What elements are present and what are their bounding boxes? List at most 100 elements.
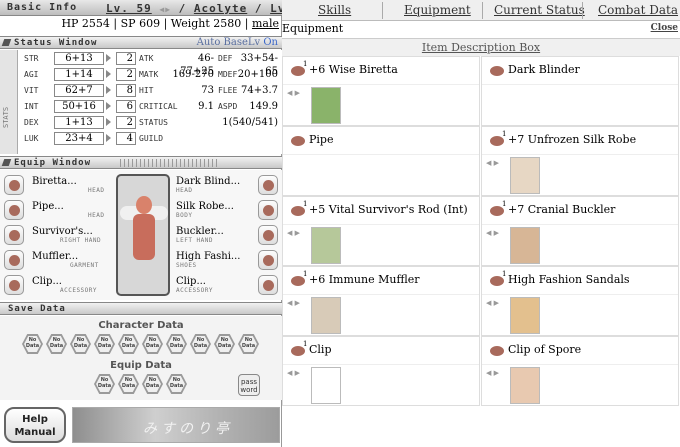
equipment-item-cell[interactable]: 1 Clip ◀ ▶: [282, 336, 480, 406]
equipment-item-cell[interactable]: 1 High Fashion Sandals ◀ ▶: [481, 266, 679, 336]
equipment-item-cell[interactable]: Clip of Spore ◀ ▶: [481, 336, 679, 406]
equipment-item-cell[interactable]: Dark Blinder: [481, 56, 679, 126]
equip-slot-label: ACCESSORY: [176, 287, 214, 294]
card-nav-arrows-icon[interactable]: ◀ ▶: [486, 369, 499, 377]
equipment-item-cell[interactable]: Pipe: [282, 126, 480, 196]
base-level-arrows-icon[interactable]: ◀▶: [159, 5, 171, 14]
stat-increase-icon[interactable]: [106, 54, 111, 62]
stats-side-tab: STATS: [0, 50, 18, 154]
equip-slot-body[interactable]: Silk Robe... BODY: [172, 199, 282, 221]
equip-slot-shoes[interactable]: High Fashi... SHOES: [172, 249, 282, 271]
card-slot-image[interactable]: [311, 87, 341, 124]
stat-increase-icon[interactable]: [106, 134, 111, 142]
help-manual-button[interactable]: Help Manual: [4, 407, 66, 443]
card-slot-image[interactable]: [510, 227, 540, 264]
close-link[interactable]: Close: [651, 23, 678, 33]
character-save-slot-8[interactable]: No Data: [190, 334, 211, 354]
sub-stat-name: MATK: [139, 70, 159, 79]
equip-slot-accessory-left[interactable]: Clip... ACCESSORY: [0, 274, 110, 296]
character-save-slot-5[interactable]: No Data: [118, 334, 139, 354]
card-nav-arrows-icon[interactable]: ◀ ▶: [486, 299, 499, 307]
equipment-item-cell[interactable]: 1 +6 Immune Muffler ◀ ▶: [282, 266, 480, 336]
stat-row-luk: LUK 23+4 4 GUILD: [20, 132, 280, 146]
item-icon: 1: [289, 340, 307, 359]
equipment-item-cell[interactable]: 1 +7 Unfrozen Silk Robe ◀ ▶: [481, 126, 679, 196]
basic-info-title: Basic Info: [7, 2, 78, 13]
base-level[interactable]: Lv. 59: [106, 2, 152, 15]
equipment-item-header: 1 +6 Wise Biretta: [283, 57, 479, 85]
stat-name: LUK: [24, 134, 39, 143]
item-icon: 1: [488, 270, 506, 289]
equip-save-slot-1[interactable]: No Data: [94, 374, 115, 394]
equip-slot-head-top[interactable]: Biretta... HEAD: [0, 174, 110, 196]
collapse-icon[interactable]: [1, 39, 12, 46]
stat-increase-icon[interactable]: [106, 118, 111, 126]
card-nav-arrows-icon[interactable]: ◀ ▶: [486, 229, 499, 237]
equipment-item-cell[interactable]: 1 +6 Wise Biretta ◀ ▶: [282, 56, 480, 126]
equip-slot-garment[interactable]: Muffler... GARMENT: [0, 249, 110, 271]
character-save-slot-2[interactable]: No Data: [46, 334, 67, 354]
character-save-slot-7[interactable]: No Data: [166, 334, 187, 354]
equip-slot-left-hand[interactable]: Buckler... LEFT HAND: [172, 224, 282, 246]
character-save-slot-10[interactable]: No Data: [238, 334, 259, 354]
site-banner[interactable]: みすのり亭: [72, 407, 280, 443]
equip-slot-head-lower[interactable]: Pipe... HEAD: [0, 199, 110, 221]
equipment-item-cell[interactable]: 1 +5 Vital Survivor's Rod (Int) ◀ ▶: [282, 196, 480, 266]
equipment-item-name: High Fashion Sandals: [508, 273, 630, 286]
stat-name: DEX: [24, 118, 39, 127]
tab-equipment[interactable]: Equipment: [404, 3, 471, 17]
stat-increase-icon[interactable]: [106, 70, 111, 78]
stat-row-int: INT 50+16 6 CRITICAL 9.1 ASPD 149.9: [20, 100, 280, 114]
character-save-slot-6[interactable]: No Data: [142, 334, 163, 354]
password-button[interactable]: pass word: [238, 374, 260, 396]
card-slot-image[interactable]: [311, 297, 341, 334]
equip-slot-accessory-right[interactable]: Clip... ACCESSORY: [172, 274, 282, 296]
job-class[interactable]: Acolyte: [194, 2, 247, 15]
equip-slot-right-hand[interactable]: Survivor's... RIGHT HAND: [0, 224, 110, 246]
equipment-item-header: 1 Clip: [283, 337, 479, 365]
item-description-box-link[interactable]: Item Description Box: [282, 38, 680, 56]
equip-window-header: Equip Window: [0, 156, 282, 169]
equip-slot-label: GARMENT: [70, 262, 99, 269]
sub-stat-value: 74+3.7: [240, 85, 278, 96]
character-save-slot-9[interactable]: No Data: [214, 334, 235, 354]
character-save-slot-4[interactable]: No Data: [94, 334, 115, 354]
card-slot-image[interactable]: [311, 227, 341, 264]
equip-slot-label: HEAD: [88, 212, 105, 219]
card-nav-arrows-icon[interactable]: ◀ ▶: [287, 299, 300, 307]
card-nav-arrows-icon[interactable]: ◀ ▶: [287, 369, 300, 377]
gender-toggle[interactable]: male: [252, 17, 279, 30]
tab-current-status[interactable]: Current Status: [494, 3, 585, 17]
item-icon: 1: [289, 270, 307, 289]
card-slot-image[interactable]: [510, 367, 540, 404]
card-nav-arrows-icon[interactable]: ◀ ▶: [287, 89, 300, 97]
slot-count: 1: [502, 130, 507, 138]
item-icon: 1: [289, 60, 307, 79]
item-icon: [488, 343, 506, 359]
card-slot-image[interactable]: [510, 297, 540, 334]
equip-save-slot-3[interactable]: No Data: [142, 374, 163, 394]
collapse-icon[interactable]: [1, 159, 12, 166]
card-slot-image[interactable]: [311, 367, 341, 404]
card-nav-arrows-icon[interactable]: ◀ ▶: [486, 159, 499, 167]
equipment-item-cell[interactable]: 1 +7 Cranial Buckler ◀ ▶: [481, 196, 679, 266]
auto-baselv-toggle[interactable]: Auto BaseLv On: [197, 37, 278, 48]
equip-slot-head-mid[interactable]: Dark Blind... HEAD: [172, 174, 282, 196]
section-title: Equipment: [282, 22, 344, 35]
equipment-item-name: Pipe: [309, 133, 334, 146]
character-save-slot-3[interactable]: No Data: [70, 334, 91, 354]
equipment-item-name: +7 Cranial Buckler: [508, 203, 616, 216]
character-save-slot-1[interactable]: No Data: [22, 334, 43, 354]
equip-save-slot-4[interactable]: No Data: [166, 374, 187, 394]
equip-slot-name: Muffler...: [32, 251, 79, 262]
equipment-item-name: Clip of Spore: [508, 343, 582, 356]
tab-skills[interactable]: Skills: [318, 3, 351, 17]
stat-increase-icon[interactable]: [106, 102, 111, 110]
tab-combat-data[interactable]: Combat Data: [598, 3, 678, 17]
stat-value: 1+13: [54, 116, 104, 129]
clip-icon: [4, 275, 24, 295]
card-nav-arrows-icon[interactable]: ◀ ▶: [287, 229, 300, 237]
card-slot-image[interactable]: [510, 157, 540, 194]
equip-save-slot-2[interactable]: No Data: [118, 374, 139, 394]
stat-increase-icon[interactable]: [106, 86, 111, 94]
